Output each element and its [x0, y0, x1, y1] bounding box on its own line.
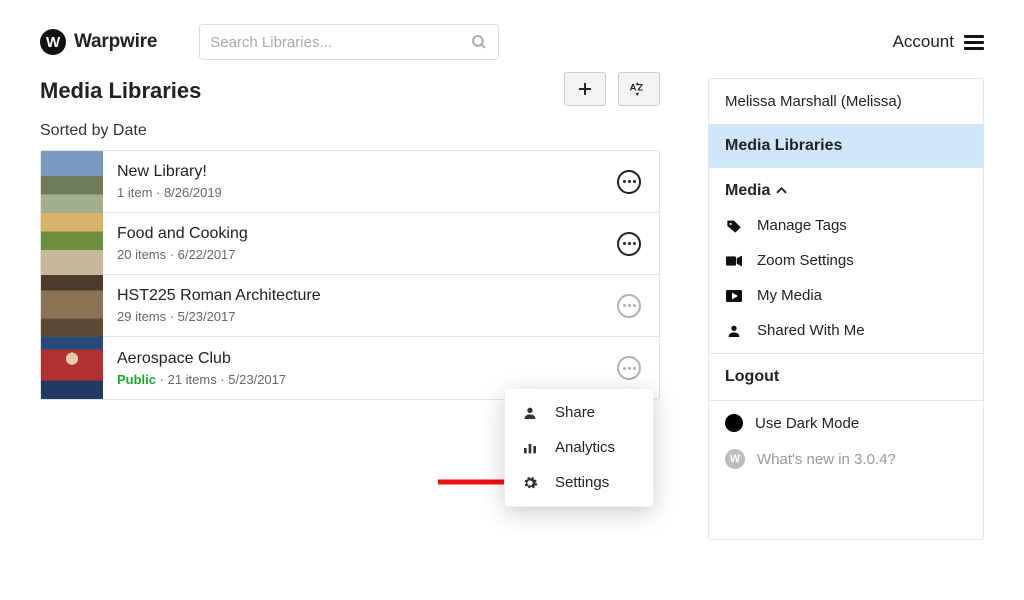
menu-share-label: Share	[555, 404, 595, 421]
library-meta: 29 items · 5/23/2017	[117, 309, 617, 324]
library-title: New Library!	[117, 163, 617, 181]
logout-button[interactable]: Logout	[709, 353, 983, 400]
dark-mode-label: Use Dark Mode	[755, 415, 859, 432]
account-link[interactable]: Account	[893, 32, 954, 52]
svg-text:A: A	[630, 82, 637, 93]
more-button[interactable]	[617, 294, 641, 318]
nav-manage-tags[interactable]: Manage Tags	[709, 208, 983, 243]
add-library-button[interactable]	[564, 72, 606, 106]
search-box[interactable]	[199, 24, 499, 60]
menu-settings-label: Settings	[555, 474, 609, 491]
search-input[interactable]	[210, 34, 470, 51]
page-title: Media Libraries	[40, 78, 201, 104]
library-thumbnail	[41, 275, 103, 337]
tag-icon	[725, 218, 743, 234]
nav-shared-with-me[interactable]: Shared With Me	[709, 313, 983, 353]
panel-active-nav[interactable]: Media Libraries	[709, 125, 983, 168]
library-meta: 20 items · 6/22/2017	[117, 247, 617, 262]
plus-icon	[576, 80, 594, 98]
nav-label: Shared With Me	[757, 322, 865, 339]
library-meta: 1 item · 8/26/2019	[117, 185, 617, 200]
svg-text:Z: Z	[637, 82, 643, 93]
nav-label: Zoom Settings	[757, 252, 854, 269]
video-icon	[725, 254, 743, 268]
chevron-up-icon	[776, 187, 787, 195]
brand-name: Warpwire	[74, 31, 157, 53]
library-meta: Public · 21 items · 5/23/2017	[117, 372, 617, 387]
library-row[interactable]: HST225 Roman Architecture 29 items · 5/2…	[41, 275, 659, 337]
nav-label: Manage Tags	[757, 217, 847, 234]
library-title: Food and Cooking	[117, 225, 617, 243]
library-list: New Library! 1 item · 8/26/2019 Food and…	[40, 150, 660, 400]
library-thumbnail	[41, 213, 103, 275]
public-badge: Public	[117, 372, 156, 387]
account-panel: Melissa Marshall (Melissa) Media Librari…	[708, 78, 984, 540]
menu-icon[interactable]	[964, 35, 984, 50]
more-button[interactable]	[617, 170, 641, 194]
library-row[interactable]: New Library! 1 item · 8/26/2019	[41, 151, 659, 213]
menu-settings[interactable]: Settings	[505, 465, 653, 500]
library-context-menu: Share Analytics Settings	[504, 388, 654, 507]
dark-mode-toggle[interactable]: Use Dark Mode	[709, 400, 983, 445]
nav-zoom-settings[interactable]: Zoom Settings	[709, 243, 983, 278]
sorted-by-label: Sorted by Date	[40, 122, 660, 140]
sort-az-icon: A Z	[628, 80, 650, 98]
nav-label: My Media	[757, 287, 822, 304]
logo[interactable]: W Warpwire	[40, 29, 157, 55]
whats-new-label: What's new in 3.0.4?	[757, 451, 896, 468]
more-button[interactable]	[617, 232, 641, 256]
menu-analytics[interactable]: Analytics	[505, 430, 653, 465]
library-thumbnail	[41, 337, 103, 399]
panel-user: Melissa Marshall (Melissa)	[709, 79, 983, 125]
logo-mark-icon: W	[40, 29, 66, 55]
library-thumbnail	[41, 151, 103, 213]
person-icon	[725, 323, 743, 339]
menu-analytics-label: Analytics	[555, 439, 615, 456]
gear-icon	[521, 475, 539, 491]
person-icon	[521, 405, 539, 421]
search-icon[interactable]	[470, 33, 488, 51]
play-icon	[725, 289, 743, 303]
menu-share[interactable]: Share	[505, 395, 653, 430]
logo-small-icon: W	[725, 449, 745, 469]
dark-mode-icon	[725, 414, 743, 432]
library-title: Aerospace Club	[117, 350, 617, 368]
sort-button[interactable]: A Z	[618, 72, 660, 106]
whats-new-link[interactable]: W What's new in 3.0.4?	[709, 445, 983, 539]
more-button[interactable]	[617, 356, 641, 380]
library-title: HST225 Roman Architecture	[117, 287, 617, 305]
nav-my-media[interactable]: My Media	[709, 278, 983, 313]
bar-chart-icon	[521, 440, 539, 456]
panel-section-media[interactable]: Media	[709, 168, 983, 208]
library-row[interactable]: Food and Cooking 20 items · 6/22/2017	[41, 213, 659, 275]
